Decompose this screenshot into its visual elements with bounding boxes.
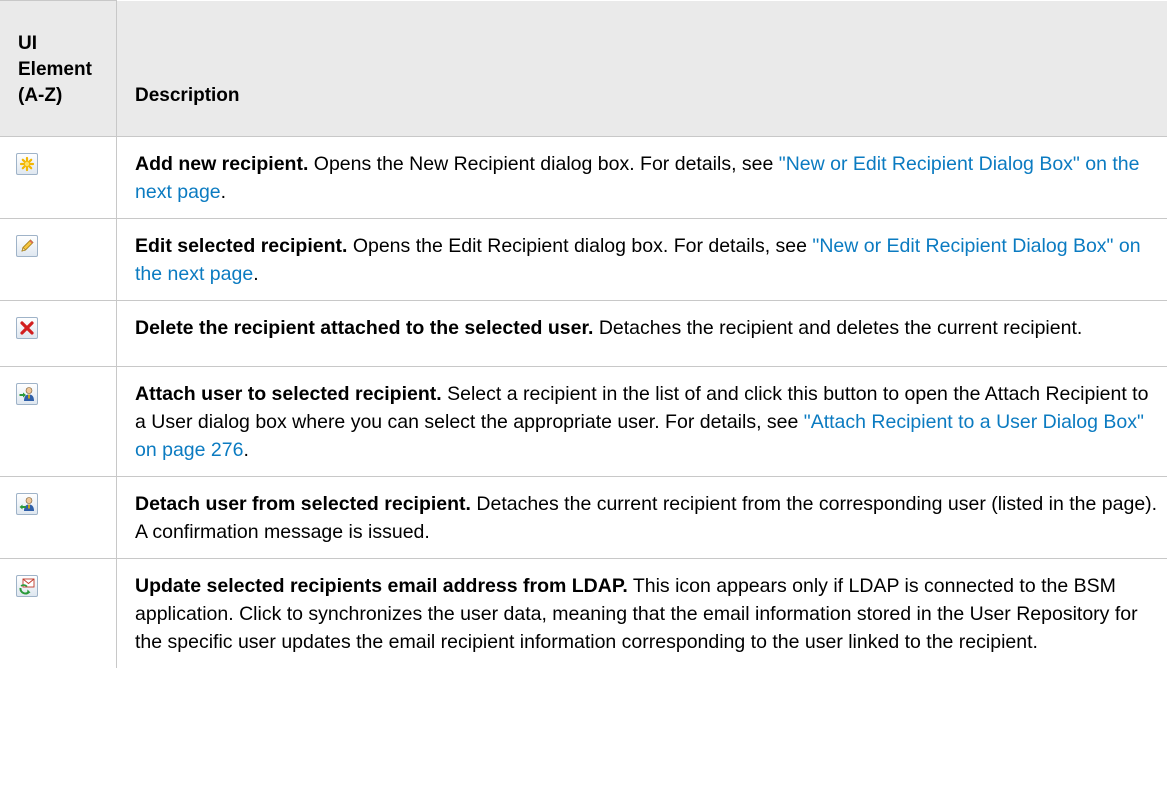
table-row: Delete the recipient attached to the sel… (0, 300, 1167, 367)
delete-x-icon (16, 317, 38, 339)
row-description: Detach user from selected recipient. Det… (117, 477, 1167, 558)
table-row: Add new recipient. Opens the New Recipie… (0, 136, 1167, 219)
row-title: Update selected recipients email address… (135, 575, 628, 597)
row-title: Delete the recipient attached to the sel… (135, 317, 594, 339)
row-text: Detaches the recipient and deletes the c… (593, 317, 1083, 339)
table-row: Edit selected recipient. Opens the Edit … (0, 218, 1167, 301)
attach-user-icon (16, 383, 38, 405)
header-ui-element: UI Element (A-Z) (0, 0, 117, 137)
row-title: Detach user from selected recipient. (135, 493, 471, 515)
row-text-end: . (253, 263, 259, 285)
table-row: Attach user to selected recipient. Selec… (0, 366, 1167, 477)
header-ui-element-line3: (A-Z) (18, 85, 63, 106)
header-description: Description (116, 0, 1167, 137)
header-ui-element-line1: UI (18, 33, 37, 54)
row-description: Attach user to selected recipient. Selec… (117, 367, 1167, 476)
detach-user-icon (16, 493, 38, 515)
row-description: Edit selected recipient. Opens the Edit … (117, 219, 1167, 300)
row-text: Opens the Edit Recipient dialog box. For… (347, 235, 813, 257)
ldap-email-sync-icon (16, 575, 38, 597)
header-ui-element-line2: Element (18, 59, 92, 80)
ui-elements-table: UI Element (A-Z) Description Add new rec… (0, 0, 1167, 668)
row-description: Add new recipient. Opens the New Recipie… (117, 137, 1167, 218)
pencil-edit-icon (16, 235, 38, 257)
row-text-end: . (220, 181, 227, 203)
row-title: Add new recipient. (135, 153, 309, 175)
table-row: Update selected recipients email address… (0, 558, 1167, 668)
add-star-icon (16, 153, 38, 175)
row-text-end: . (243, 439, 249, 461)
row-title: Edit selected recipient. (135, 235, 348, 257)
row-text: Opens the New Recipient dialog box. For … (308, 153, 779, 175)
row-description: Delete the recipient attached to the sel… (117, 301, 1167, 354)
table-row: Detach user from selected recipient. Det… (0, 476, 1167, 559)
row-title: Attach user to selected recipient. (135, 383, 442, 405)
table-header-row: UI Element (A-Z) Description (0, 0, 1167, 137)
row-description: Update selected recipients email address… (117, 559, 1167, 668)
